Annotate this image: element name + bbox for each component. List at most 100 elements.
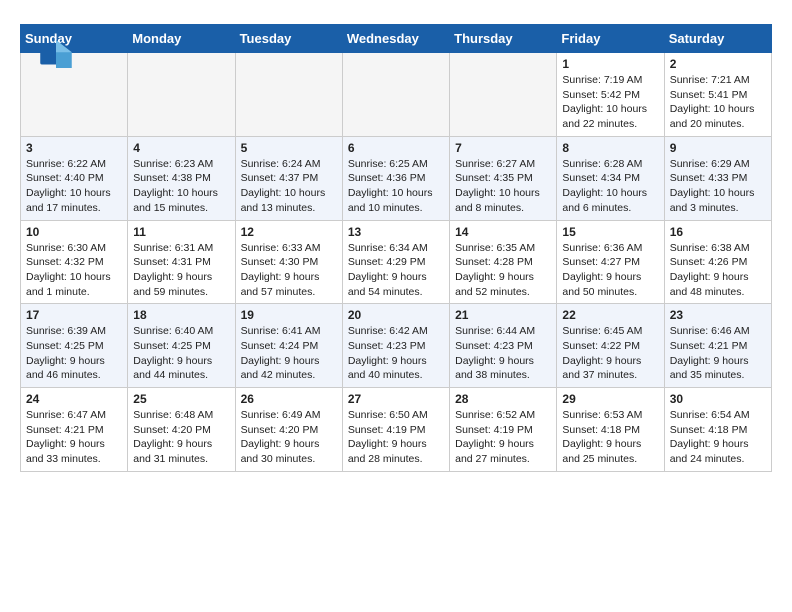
day-info: Sunrise: 6:33 AM Sunset: 4:30 PM Dayligh… <box>241 241 337 300</box>
day-number: 17 <box>26 308 122 322</box>
day-info: Sunrise: 7:21 AM Sunset: 5:41 PM Dayligh… <box>670 73 766 132</box>
calendar-cell: 5Sunrise: 6:24 AM Sunset: 4:37 PM Daylig… <box>235 136 342 220</box>
calendar-cell: 10Sunrise: 6:30 AM Sunset: 4:32 PM Dayli… <box>21 220 128 304</box>
day-number: 25 <box>133 392 229 406</box>
day-info: Sunrise: 6:25 AM Sunset: 4:36 PM Dayligh… <box>348 157 444 216</box>
weekday-header-tuesday: Tuesday <box>235 25 342 53</box>
weekday-header-wednesday: Wednesday <box>342 25 449 53</box>
day-number: 10 <box>26 225 122 239</box>
day-number: 26 <box>241 392 337 406</box>
day-info: Sunrise: 6:52 AM Sunset: 4:19 PM Dayligh… <box>455 408 551 467</box>
calendar-cell: 8 Sunrise: 6:28 AM Sunset: 4:34 PM Daylig… <box>557 136 664 220</box>
weekday-header-saturday: Saturday <box>664 25 771 53</box>
day-info: Sunrise: 6:40 AM Sunset: 4:25 PM Dayligh… <box>133 324 229 383</box>
day-info: Sunrise: 6:49 AM Sunset: 4:20 PM Dayligh… <box>241 408 337 467</box>
day-number: 9 <box>670 141 766 155</box>
calendar-cell: 24 Sunrise: 6:47 AM Sunset: 4:21 PM Dayli… <box>21 388 128 472</box>
calendar-cell <box>235 53 342 137</box>
calendar-cell: 29 Sunrise: 6:53 AM Sunset: 4:18 PM Dayli… <box>557 388 664 472</box>
calendar-cell: 11 Sunrise: 6:31 AM Sunset: 4:31 PM Dayli… <box>128 220 235 304</box>
day-info: Sunrise: 6:34 AM Sunset: 4:29 PM Dayligh… <box>348 241 444 300</box>
calendar-cell: 22Sunrise: 6:45 AM Sunset: 4:22 PM Dayli… <box>557 304 664 388</box>
day-info: Sunrise: 6:36 AM Sunset: 4:27 PM Dayligh… <box>562 241 658 300</box>
calendar-cell: 2 Sunrise: 7:21 AM Sunset: 5:41 PM Daylig… <box>664 53 771 137</box>
day-number: 1 <box>562 57 658 71</box>
day-info: Sunrise: 6:53 AM Sunset: 4:18 PM Dayligh… <box>562 408 658 467</box>
calendar-cell: 27 Sunrise: 6:50 AM Sunset: 4:19 PM Dayli… <box>342 388 449 472</box>
calendar-cell: 15 Sunrise: 6:36 AM Sunset: 4:27 PM Dayli… <box>557 220 664 304</box>
day-info: Sunrise: 6:31 AM Sunset: 4:31 PM Dayligh… <box>133 241 229 300</box>
day-info: Sunrise: 6:38 AM Sunset: 4:26 PM Dayligh… <box>670 241 766 300</box>
calendar-cell: 28 Sunrise: 6:52 AM Sunset: 4:19 PM Dayli… <box>450 388 557 472</box>
day-info: Sunrise: 6:28 AM Sunset: 4:34 PM Dayligh… <box>562 157 658 216</box>
day-number: 12 <box>241 225 337 239</box>
calendar-cell: 18 Sunrise: 6:40 AM Sunset: 4:25 PM Dayli… <box>128 304 235 388</box>
day-info: Sunrise: 6:47 AM Sunset: 4:21 PM Dayligh… <box>26 408 122 467</box>
day-info: Sunrise: 6:45 AM Sunset: 4:22 PM Dayligh… <box>562 324 658 383</box>
calendar-cell: 1 Sunrise: 7:19 AM Sunset: 5:42 PM Daylig… <box>557 53 664 137</box>
day-number: 3 <box>26 141 122 155</box>
day-number: 27 <box>348 392 444 406</box>
day-number: 14 <box>455 225 551 239</box>
calendar-cell: 14 Sunrise: 6:35 AM Sunset: 4:28 PM Dayli… <box>450 220 557 304</box>
day-number: 7 <box>455 141 551 155</box>
calendar-table: SundayMondayTuesdayWednesdayThursdayFrid… <box>20 24 772 472</box>
day-info: Sunrise: 6:22 AM Sunset: 4:40 PM Dayligh… <box>26 157 122 216</box>
calendar-cell: 3 Sunrise: 6:22 AM Sunset: 4:40 PM Daylig… <box>21 136 128 220</box>
day-number: 15 <box>562 225 658 239</box>
day-info: Sunrise: 6:48 AM Sunset: 4:20 PM Dayligh… <box>133 408 229 467</box>
calendar-week-row: 24 Sunrise: 6:47 AM Sunset: 4:21 PM Dayli… <box>21 388 772 472</box>
weekday-header-monday: Monday <box>128 25 235 53</box>
day-number: 21 <box>455 308 551 322</box>
day-info: Sunrise: 6:42 AM Sunset: 4:23 PM Dayligh… <box>348 324 444 383</box>
calendar-cell: 12 Sunrise: 6:33 AM Sunset: 4:30 PM Dayli… <box>235 220 342 304</box>
weekday-header-friday: Friday <box>557 25 664 53</box>
day-number: 28 <box>455 392 551 406</box>
logo <box>40 40 76 68</box>
calendar-cell: 26 Sunrise: 6:49 AM Sunset: 4:20 PM Dayli… <box>235 388 342 472</box>
calendar-week-row: 3 Sunrise: 6:22 AM Sunset: 4:40 PM Daylig… <box>21 136 772 220</box>
day-number: 30 <box>670 392 766 406</box>
day-info: Sunrise: 6:39 AM Sunset: 4:25 PM Dayligh… <box>26 324 122 383</box>
day-number: 23 <box>670 308 766 322</box>
calendar-cell: 13Sunrise: 6:34 AM Sunset: 4:29 PM Dayli… <box>342 220 449 304</box>
day-number: 18 <box>133 308 229 322</box>
calendar-cell: 4 Sunrise: 6:23 AM Sunset: 4:38 PM Daylig… <box>128 136 235 220</box>
calendar-cell: 20Sunrise: 6:42 AM Sunset: 4:23 PM Dayli… <box>342 304 449 388</box>
calendar-cell: 17 Sunrise: 6:39 AM Sunset: 4:25 PM Dayli… <box>21 304 128 388</box>
day-info: Sunrise: 6:35 AM Sunset: 4:28 PM Dayligh… <box>455 241 551 300</box>
calendar-cell: 16 Sunrise: 6:38 AM Sunset: 4:26 PM Dayli… <box>664 220 771 304</box>
calendar-cell: 30 Sunrise: 6:54 AM Sunset: 4:18 PM Dayli… <box>664 388 771 472</box>
calendar-cell: 21Sunrise: 6:44 AM Sunset: 4:23 PM Dayli… <box>450 304 557 388</box>
calendar-cell <box>128 53 235 137</box>
day-number: 2 <box>670 57 766 71</box>
day-number: 8 <box>562 141 658 155</box>
day-info: Sunrise: 6:27 AM Sunset: 4:35 PM Dayligh… <box>455 157 551 216</box>
day-info: Sunrise: 6:54 AM Sunset: 4:18 PM Dayligh… <box>670 408 766 467</box>
calendar-cell: 9 Sunrise: 6:29 AM Sunset: 4:33 PM Daylig… <box>664 136 771 220</box>
logo-icon <box>40 40 72 68</box>
day-number: 5 <box>241 141 337 155</box>
day-info: Sunrise: 6:41 AM Sunset: 4:24 PM Dayligh… <box>241 324 337 383</box>
day-number: 24 <box>26 392 122 406</box>
calendar-week-row: 1 Sunrise: 7:19 AM Sunset: 5:42 PM Daylig… <box>21 53 772 137</box>
weekday-header-thursday: Thursday <box>450 25 557 53</box>
day-number: 6 <box>348 141 444 155</box>
calendar-cell: 25 Sunrise: 6:48 AM Sunset: 4:20 PM Dayli… <box>128 388 235 472</box>
day-number: 4 <box>133 141 229 155</box>
calendar-week-row: 17 Sunrise: 6:39 AM Sunset: 4:25 PM Dayli… <box>21 304 772 388</box>
day-number: 11 <box>133 225 229 239</box>
day-info: Sunrise: 6:23 AM Sunset: 4:38 PM Dayligh… <box>133 157 229 216</box>
calendar-week-row: 10Sunrise: 6:30 AM Sunset: 4:32 PM Dayli… <box>21 220 772 304</box>
day-number: 16 <box>670 225 766 239</box>
day-info: Sunrise: 6:29 AM Sunset: 4:33 PM Dayligh… <box>670 157 766 216</box>
day-info: Sunrise: 6:46 AM Sunset: 4:21 PM Dayligh… <box>670 324 766 383</box>
day-info: Sunrise: 6:50 AM Sunset: 4:19 PM Dayligh… <box>348 408 444 467</box>
calendar-cell: 6 Sunrise: 6:25 AM Sunset: 4:36 PM Daylig… <box>342 136 449 220</box>
calendar-cell: 19Sunrise: 6:41 AM Sunset: 4:24 PM Dayli… <box>235 304 342 388</box>
calendar-cell <box>450 53 557 137</box>
calendar-cell: 23 Sunrise: 6:46 AM Sunset: 4:21 PM Dayli… <box>664 304 771 388</box>
day-number: 29 <box>562 392 658 406</box>
day-info: Sunrise: 7:19 AM Sunset: 5:42 PM Dayligh… <box>562 73 658 132</box>
calendar-cell: 7 Sunrise: 6:27 AM Sunset: 4:35 PM Daylig… <box>450 136 557 220</box>
